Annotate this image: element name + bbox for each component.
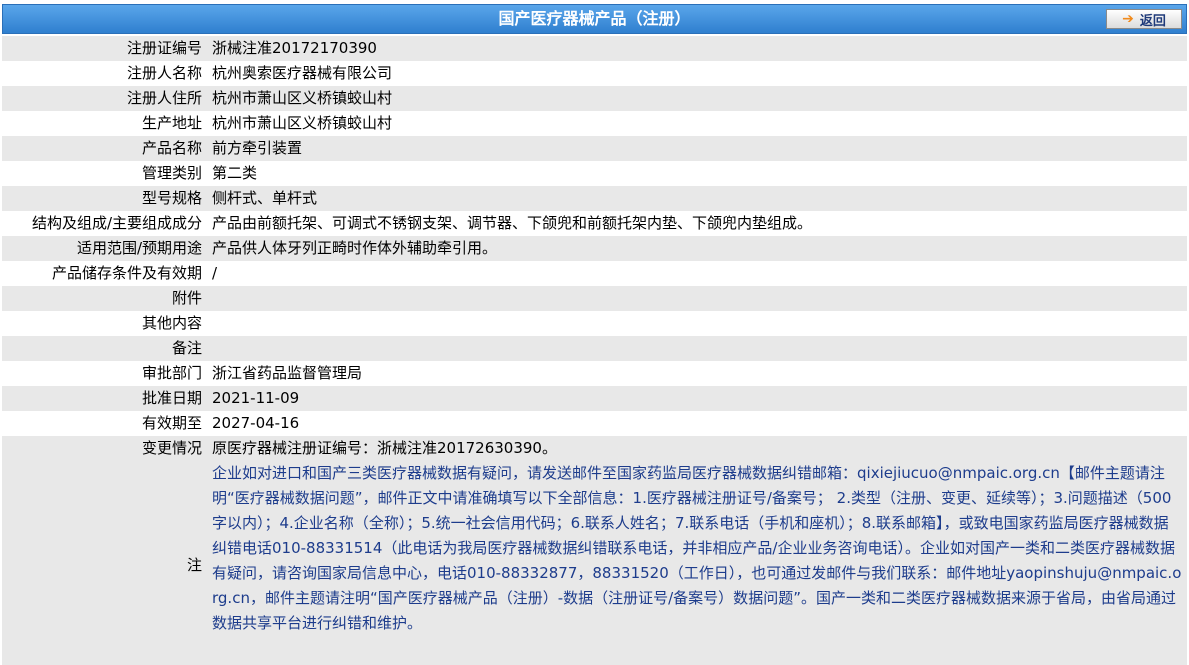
field-label: 注册证编号 [126,39,202,57]
field-value: 浙江省药品监督管理局 [212,364,363,382]
page-title: 国产医疗器械产品（注册） [498,9,691,28]
row-remarks: 备注 [2,336,1187,361]
field-label: 产品储存条件及有效期 [51,264,202,282]
row-registrant-address: 注册人住所 杭州市萧山区义桥镇蛟山村 [2,86,1187,111]
field-value: 产品供人体牙列正畸时作体外辅助牵引用。 [212,239,498,257]
field-label: 其他内容 [141,314,202,332]
field-label: 审批部门 [141,364,202,382]
row-note: 注 企业如对进口和国产三类医疗器械数据有疑问，请发送邮件至国家药监局医疗器械数据… [2,461,1187,665]
field-label: 变更情况 [141,439,202,457]
field-value: 侧杆式、单杆式 [212,189,318,207]
field-value [208,286,1187,311]
note-text: 企业如对进口和国产三类医疗器械数据有疑问，请发送邮件至国家药监局医疗器械数据纠错… [212,464,1182,632]
field-label: 适用范围/预期用途 [76,239,202,257]
field-label: 附件 [171,289,202,307]
row-storage-conditions: 产品储存条件及有效期 / [2,261,1187,286]
field-label: 备注 [171,339,202,357]
field-label: 有效期至 [141,414,202,432]
field-value: 杭州市萧山区义桥镇蛟山村 [212,89,393,107]
field-value: 浙械注准20172170390 [212,39,377,57]
field-label: 注册人住所 [126,89,202,107]
field-value: / [212,264,218,282]
field-value: 2021-11-09 [212,389,300,407]
field-value: 2027-04-16 [212,414,300,432]
row-approval-date: 批准日期 2021-11-09 [2,386,1187,411]
row-valid-until: 有效期至 2027-04-16 [2,411,1187,436]
row-structure: 结构及组成/主要组成成分 产品由前额托架、可调式不锈钢支架、调节器、下颌兜和前额… [2,211,1187,236]
field-label: 结构及组成/主要组成成分 [31,214,202,232]
field-value: 原医疗器械注册证编号：浙械注准20172630390。 [212,439,557,457]
row-intended-use: 适用范围/预期用途 产品供人体牙列正畸时作体外辅助牵引用。 [2,236,1187,261]
detail-page: 国产医疗器械产品（注册） ➔ 返回 注册证编号 浙械注准20172170390 … [0,0,1189,665]
row-registration-number: 注册证编号 浙械注准20172170390 [2,36,1187,61]
header-bar: 国产医疗器械产品（注册） ➔ 返回 [2,4,1187,34]
row-production-address: 生产地址 杭州市萧山区义桥镇蛟山村 [2,111,1187,136]
field-value [208,336,1187,361]
row-attachments: 附件 [2,286,1187,311]
row-product-name: 产品名称 前方牵引装置 [2,136,1187,161]
row-approval-department: 审批部门 浙江省药品监督管理局 [2,361,1187,386]
back-button-label: 返回 [1139,13,1166,29]
field-label: 型号规格 [141,189,202,207]
row-management-class: 管理类别 第二类 [2,161,1187,186]
row-other-content: 其他内容 [2,311,1187,336]
field-label: 生产地址 [141,114,202,132]
field-label: 产品名称 [141,139,202,157]
row-model-spec: 型号规格 侧杆式、单杆式 [2,186,1187,211]
detail-table: 注册证编号 浙械注准20172170390 注册人名称 杭州奥索医疗器械有限公司… [2,36,1187,665]
field-label: 批准日期 [141,389,202,407]
arrow-right-icon: ➔ [1122,11,1134,27]
row-change-status: 变更情况 原医疗器械注册证编号：浙械注准20172630390。 [2,436,1187,461]
field-label: 管理类别 [141,164,202,182]
field-value: 杭州奥索医疗器械有限公司 [212,64,393,82]
field-value: 产品由前额托架、可调式不锈钢支架、调节器、下颌兜和前额托架内垫、下颌兜内垫组成。 [212,214,813,232]
field-value [208,311,1187,336]
back-button[interactable]: ➔ 返回 [1106,9,1182,29]
field-value: 前方牵引装置 [212,139,303,157]
field-value: 杭州市萧山区义桥镇蛟山村 [212,114,393,132]
field-label: 注册人名称 [126,64,202,82]
row-registrant-name: 注册人名称 杭州奥索医疗器械有限公司 [2,61,1187,86]
field-value: 第二类 [212,164,258,182]
note-label: 注 [186,555,202,574]
